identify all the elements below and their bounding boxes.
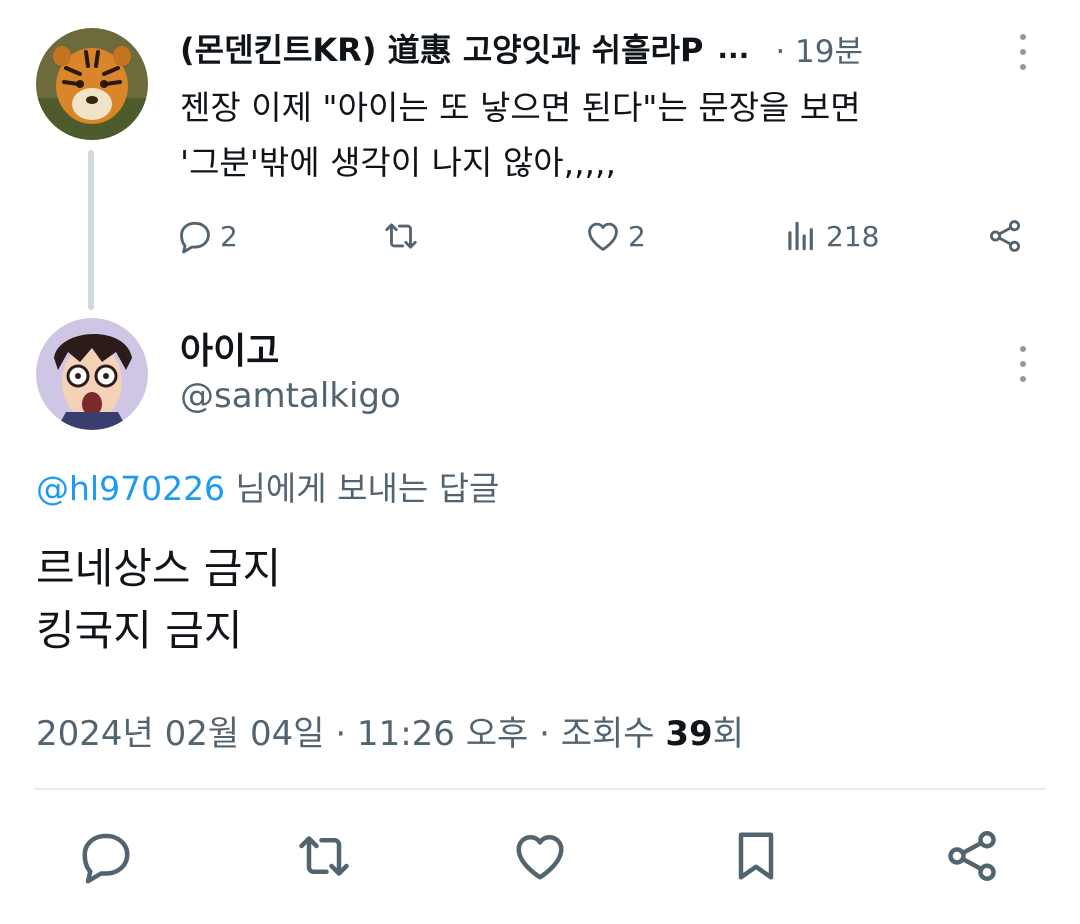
tiger-avatar-image [36, 28, 148, 140]
retweet-icon [299, 836, 349, 876]
reply-timestamp[interactable]: 2024년 02월 04일 · 11:26 오후 · 조회수 [36, 714, 665, 754]
share-button[interactable] [942, 826, 1002, 886]
parent-text-line-2: '그분'밖에 생각이 나지 않아,,,,, [180, 143, 617, 182]
parent-tweet-text: 젠장 이제 "아이는 또 낳으면 된다"는 문장을 보면 '그분'밖에 생각이 나… [180, 80, 1000, 190]
like-button[interactable] [510, 826, 570, 886]
anime-character-avatar-image [36, 318, 148, 430]
parent-like-button[interactable]: 2 [584, 214, 646, 258]
parent-timestamp[interactable]: · 19분 [775, 26, 863, 71]
reply-icon [180, 221, 210, 254]
reply-text-line-2: 킹국지 금지 [36, 606, 243, 655]
reply-button[interactable] [76, 826, 136, 886]
action-bar-divider [34, 788, 1046, 790]
heart-icon [588, 222, 618, 251]
parent-name-ellipsis: ... [717, 31, 750, 65]
retweet-icon [385, 223, 417, 249]
reply-icon [82, 833, 130, 884]
replying-to-mention-link[interactable]: @hl970226 [36, 469, 225, 508]
reply-views-number: 39 [665, 714, 713, 754]
share-icon [948, 831, 996, 881]
replying-to-line: @hl970226 님에게 보내는 답글 [36, 462, 499, 510]
reply-text-line-1: 르네상스 금지 [36, 544, 282, 593]
thread-connector-line [88, 150, 94, 310]
bookmark-icon [738, 832, 774, 880]
tiger-avatar[interactable] [36, 28, 148, 140]
parent-tweet-header: (몬덴킨트KR) 道惠 고양잇과 쉬흘라P ... · 19분 [180, 24, 990, 72]
parent-share-button[interactable] [986, 214, 1024, 258]
views-chart-icon [788, 221, 813, 251]
reply-tweet-text: 르네상스 금지 킹국지 금지 [36, 538, 281, 662]
reply-handle[interactable]: @samtalkigo [180, 376, 401, 416]
bookmark-button[interactable] [726, 826, 786, 886]
reply-more-options-icon[interactable] [1016, 346, 1030, 386]
parent-reply-button[interactable]: 2 [176, 214, 238, 258]
share-icon [989, 220, 1021, 252]
parent-views-button[interactable]: 218 [782, 214, 879, 258]
parent-like-count: 2 [628, 219, 646, 253]
anime-character-avatar[interactable] [36, 318, 148, 430]
replying-to-suffix: 님에게 보내는 답글 [225, 469, 500, 508]
parent-retweet-button[interactable] [382, 214, 420, 258]
parent-more-options-icon[interactable] [1016, 34, 1030, 74]
parent-display-name[interactable]: (몬덴킨트KR) 道惠 고양잇과 쉬흘라P [180, 25, 703, 71]
reply-timestamp-views: 2024년 02월 04일 · 11:26 오후 · 조회수 39회 [36, 706, 744, 755]
parent-text-line-1: 젠장 이제 "아이는 또 낳으면 된다"는 문장을 보면 [180, 88, 861, 127]
reply-display-name[interactable]: 아이고 [180, 322, 279, 374]
reply-views-suffix: 회 [712, 714, 744, 754]
parent-views-count: 218 [826, 219, 880, 253]
parent-reply-count: 2 [220, 219, 238, 253]
heart-icon [516, 835, 564, 880]
retweet-button[interactable] [294, 826, 354, 886]
